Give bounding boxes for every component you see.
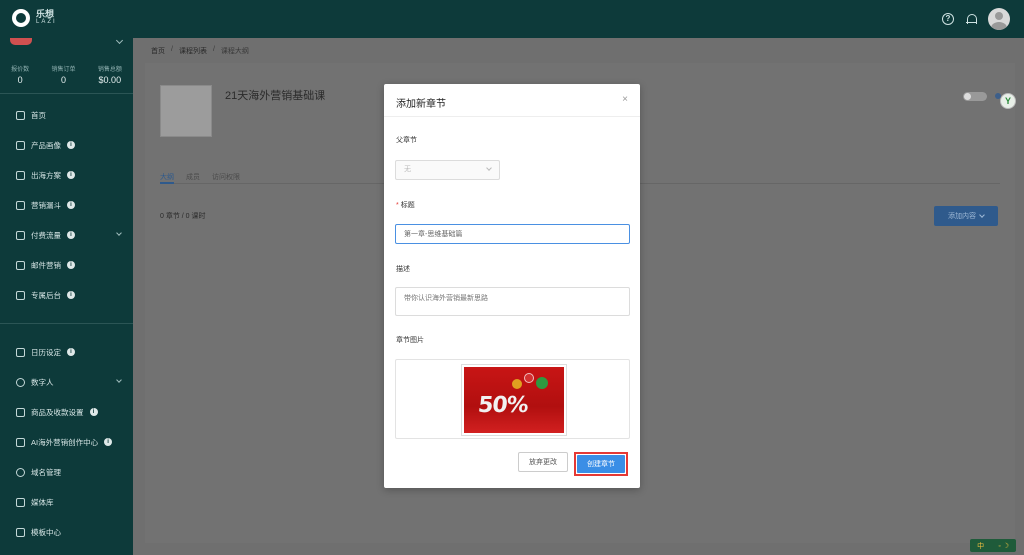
info-icon[interactable]: i: [67, 141, 75, 149]
info-icon[interactable]: i: [67, 201, 75, 209]
media-icon: [16, 497, 25, 507]
info-icon[interactable]: i: [67, 231, 75, 239]
top-bar: 乐想 LAZI ?: [0, 0, 1024, 38]
chart-icon: [16, 170, 25, 180]
sidebar-item-digital-human[interactable]: 数字人: [0, 367, 133, 397]
shop-switcher[interactable]: [6, 36, 128, 48]
info-icon[interactable]: i: [89, 408, 98, 416]
breadcrumb-home[interactable]: 首页: [151, 46, 165, 56]
bell-icon[interactable]: [966, 13, 977, 25]
sidebar-item-media[interactable]: 媒体库: [0, 487, 133, 517]
promo-image: 50%: [464, 367, 564, 433]
ime-indicator[interactable]: 中 ◦ ☽: [970, 539, 1016, 552]
nav-bottom: 日历设定 i 数字人 商品及收款设置 i AI海外营销创作中心 i 域名管理 媒…: [0, 337, 133, 547]
sidebar-item-paid-traffic[interactable]: 付费流量 i: [0, 220, 133, 250]
edit-icon: [16, 140, 25, 150]
app-logo[interactable]: 乐想 LAZI: [12, 9, 57, 27]
create-chapter-button[interactable]: 创建章节: [577, 455, 625, 473]
add-chapter-modal: 添加新章节 × 父章节 无 *标题 描述 章节图片 50% 放弃更改 创建章节: [384, 84, 640, 488]
modal-divider: [384, 116, 640, 117]
home-icon: [16, 110, 25, 120]
wallet-icon: [16, 407, 25, 417]
chapter-image-upload[interactable]: 50%: [395, 359, 630, 439]
info-icon[interactable]: i: [67, 291, 75, 299]
breadcrumb-course-list[interactable]: 课程列表: [179, 46, 207, 56]
sidebar-divider: [0, 93, 133, 94]
sidebar-item-ai-center[interactable]: AI海外营销创作中心 i: [0, 427, 133, 457]
chevron-down-icon: [116, 230, 122, 236]
user-icon: [16, 377, 25, 387]
sidebar-item-templates[interactable]: 模板中心: [0, 517, 133, 547]
sidebar-item-email-marketing[interactable]: 邮件营销 i: [0, 250, 133, 280]
dashboard-icon: [16, 290, 25, 300]
publish-toggle[interactable]: [963, 92, 987, 101]
tab-members[interactable]: 成员: [186, 172, 200, 182]
logo-icon: [12, 9, 30, 27]
sidebar-item-products-payments[interactable]: 商品及收款设置 i: [0, 397, 133, 427]
chapter-lesson-count: 0 章节 / 0 课时: [160, 213, 206, 220]
info-icon[interactable]: i: [67, 348, 75, 356]
parent-chapter-label: 父章节: [396, 137, 417, 144]
breadcrumb: 首页 / 课程列表 / 课程大纲: [151, 46, 249, 56]
sidebar-item-calendar[interactable]: 日历设定 i: [0, 337, 133, 367]
chevron-down-icon: [116, 377, 122, 383]
title-input[interactable]: [395, 224, 630, 244]
logo-subtext: LAZI: [36, 19, 57, 25]
help-icon[interactable]: ?: [942, 13, 954, 25]
chapter-image-thumbnail[interactable]: 50%: [461, 364, 567, 436]
info-icon[interactable]: i: [67, 171, 75, 179]
close-icon[interactable]: ×: [622, 94, 628, 105]
description-textarea[interactable]: [395, 287, 630, 316]
create-button-highlight: 创建章节: [574, 452, 628, 476]
globe-icon: [16, 467, 25, 477]
info-icon[interactable]: i: [67, 261, 75, 269]
modal-footer: 放弃更改 创建章节: [518, 452, 628, 476]
mail-icon: [16, 260, 25, 270]
chevron-down-icon: [979, 212, 985, 218]
modal-title: 添加新章节: [396, 99, 446, 110]
calendar-icon: [16, 347, 25, 357]
stat-quotes: 报价数 0: [11, 67, 30, 85]
title-label: * 标题: [396, 202, 415, 209]
stats-row: 报价数 0 销售订单 0 销售总额 $0.00: [0, 64, 133, 92]
stat-orders: 销售订单 0: [51, 67, 76, 85]
funnel-icon: [16, 200, 25, 210]
sidebar: 报价数 0 销售订单 0 销售总额 $0.00 首页 产品画像 i 出海方案 i: [0, 36, 133, 555]
tab-outline[interactable]: 大纲: [160, 172, 174, 182]
info-icon[interactable]: i: [104, 438, 113, 446]
add-content-button[interactable]: 添加内容: [934, 206, 998, 226]
nav-top: 首页 产品画像 i 出海方案 i 营销漏斗 i 付费流量 i 邮件营销 i 专属…: [0, 100, 133, 310]
course-tabs: 大纲 成员 访问权限: [160, 172, 240, 182]
chevron-down-icon: [486, 165, 492, 171]
sidebar-item-export-plan[interactable]: 出海方案 i: [0, 160, 133, 190]
course-title: 21天海外营销基础课: [225, 90, 326, 102]
course-cover-image[interactable]: [160, 85, 212, 137]
bar-chart-icon: [16, 230, 25, 240]
logo-text: 乐想: [36, 9, 55, 19]
description-label: 描述: [396, 266, 410, 273]
chevron-down-icon: [115, 36, 124, 45]
sidebar-item-home[interactable]: 首页: [0, 100, 133, 130]
parent-chapter-select[interactable]: 无: [395, 160, 500, 180]
stat-sales: 销售总额 $0.00: [97, 67, 122, 85]
chapter-image-label: 章节图片: [396, 337, 424, 344]
sidebar-item-domains[interactable]: 域名管理: [0, 457, 133, 487]
discard-button[interactable]: 放弃更改: [518, 452, 568, 472]
sidebar-item-funnel[interactable]: 营销漏斗 i: [0, 190, 133, 220]
sidebar-divider: [0, 323, 133, 324]
shop-badge: [10, 38, 32, 45]
assistant-icon[interactable]: Y: [1000, 93, 1016, 109]
active-tab-indicator: [160, 182, 174, 184]
breadcrumb-current: 课程大纲: [220, 48, 249, 55]
grid-icon: [16, 527, 25, 537]
avatar[interactable]: [988, 8, 1010, 30]
tab-access[interactable]: 访问权限: [212, 172, 240, 182]
sidebar-item-product-profile[interactable]: 产品画像 i: [0, 130, 133, 160]
sidebar-item-admin[interactable]: 专属后台 i: [0, 280, 133, 310]
ime-icon: ◦ ☽: [998, 542, 1009, 550]
ai-icon: [16, 437, 25, 447]
